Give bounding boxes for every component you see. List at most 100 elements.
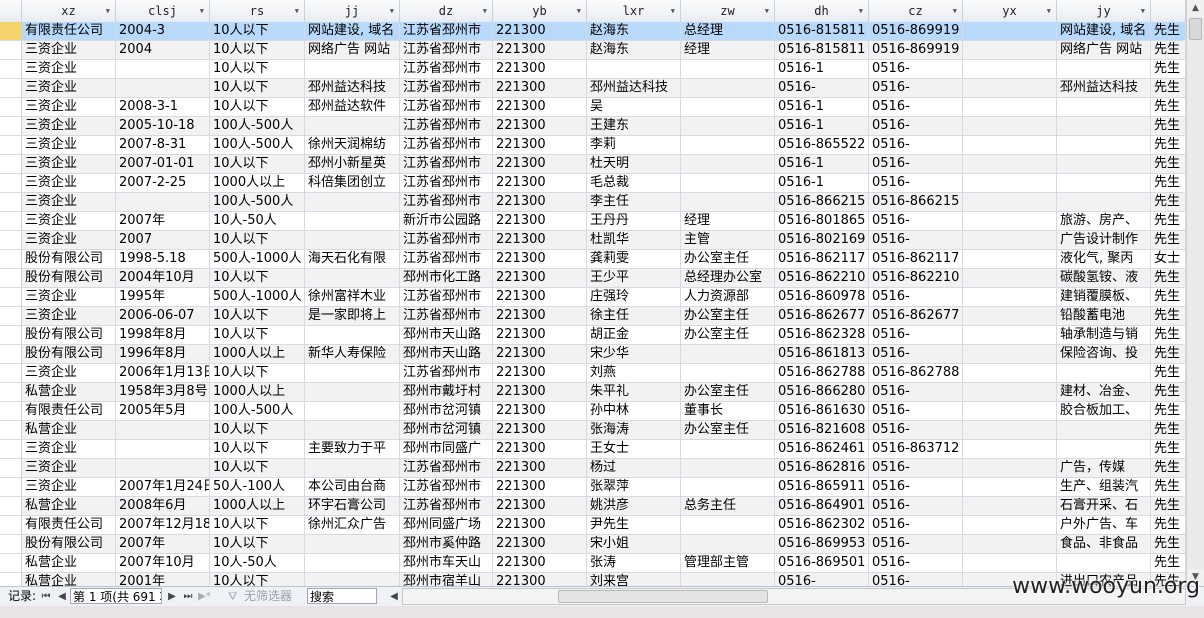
cell-gender[interactable]: 先生 [1151,421,1186,439]
cell-dz[interactable]: 江苏省邳州市 [400,174,493,192]
row-selector[interactable] [0,60,22,78]
table-row[interactable]: 股份有限公司 1998年8月 10人以下 邳州市天山路 221300 胡正金 办公室主任 05… [0,326,1186,345]
cell-yb[interactable]: 221300 [493,497,587,515]
cell-jy[interactable]: 户外广告、车 [1057,516,1151,534]
horizontal-scroll-thumb[interactable] [558,590,768,603]
cell-jj[interactable]: 环宇石膏公司 [305,497,400,515]
cell-clsj[interactable]: 1995年 [116,288,210,306]
column-header-zw[interactable]: zw ▼ [681,0,775,22]
cell-dh[interactable]: 0516-1 [775,60,869,78]
row-selector[interactable] [0,345,22,363]
cell-yb[interactable]: 221300 [493,250,587,268]
cell-yx[interactable] [963,193,1057,211]
cell-jj[interactable]: 网络广告 网站 [305,41,400,59]
cell-xz[interactable]: 有限责任公司 [22,22,116,40]
cell-lxr[interactable]: 王少平 [587,269,681,287]
cell-yx[interactable] [963,155,1057,173]
cell-jj[interactable] [305,383,400,401]
chevron-down-icon[interactable]: ▼ [483,0,487,22]
cell-zw[interactable]: 办公室主任 [681,307,775,325]
cell-lxr[interactable]: 王建东 [587,117,681,135]
chevron-down-icon[interactable]: ▼ [953,0,957,22]
cell-yb[interactable]: 221300 [493,41,587,59]
cell-dz[interactable]: 江苏省邳州市 [400,193,493,211]
column-header-jj[interactable]: jj ▼ [305,0,400,22]
cell-dh[interactable]: 0516-802169 [775,231,869,249]
cell-xz[interactable]: 三资企业 [22,478,116,496]
cell-clsj[interactable] [116,79,210,97]
cell-dz[interactable]: 邳州市戴圩村 [400,383,493,401]
cell-dz[interactable]: 江苏省邳州市 [400,307,493,325]
new-record-icon[interactable]: ▶* [198,587,211,606]
cell-jy[interactable]: 石膏开采、石 [1057,497,1151,515]
cell-dz[interactable]: 江苏省邳州市 [400,364,493,382]
cell-cz[interactable]: 0516- [869,383,963,401]
table-row[interactable]: 私营企业 1958年3月8号 1000人以上 邳州市戴圩村 221300 朱平礼 办公室主任… [0,383,1186,402]
cell-jj[interactable] [305,231,400,249]
row-selector[interactable] [0,383,22,401]
cell-lxr[interactable]: 徐主任 [587,307,681,325]
cell-clsj[interactable]: 1998-5.18 [116,250,210,268]
cell-jy[interactable]: 进出口农产品 [1057,573,1151,586]
cell-clsj[interactable]: 2007-01-01 [116,155,210,173]
column-header-xz[interactable]: xz ▼ [22,0,116,22]
cell-lxr[interactable] [587,60,681,78]
cell-dh[interactable]: 0516-861813 [775,345,869,363]
cell-dh[interactable]: 0516-869953 [775,535,869,553]
cell-zw[interactable]: 人力资源部 [681,288,775,306]
cell-xz[interactable]: 私营企业 [22,383,116,401]
cell-jj[interactable] [305,421,400,439]
table-row[interactable]: 私营企业 2007年10月 10人-50人 邳州市车天山 221300 张涛 管理部主管 05… [0,554,1186,573]
cell-jy[interactable] [1057,136,1151,154]
cell-dh[interactable]: 0516-815811 [775,22,869,40]
cell-jy[interactable]: 广告设计制作 [1057,231,1151,249]
column-header-clsj[interactable]: clsj ▼ [116,0,210,22]
cell-lxr[interactable]: 赵海东 [587,41,681,59]
cell-cz[interactable]: 0516-869919 [869,41,963,59]
cell-xz[interactable]: 私营企业 [22,573,116,586]
cell-yx[interactable] [963,421,1057,439]
cell-rs[interactable]: 1000人以上 [210,497,305,515]
cell-rs[interactable]: 10人以下 [210,79,305,97]
cell-xz[interactable]: 三资企业 [22,231,116,249]
cell-rs[interactable]: 500人-1000人 [210,288,305,306]
cell-cz[interactable]: 0516-866215 [869,193,963,211]
cell-clsj[interactable]: 2007年 [116,535,210,553]
cell-rs[interactable]: 500人-1000人 [210,250,305,268]
cell-xz[interactable]: 三资企业 [22,98,116,116]
cell-jj[interactable] [305,117,400,135]
cell-gender[interactable]: 先生 [1151,402,1186,420]
cell-cz[interactable]: 0516- [869,326,963,344]
row-selector[interactable] [0,573,22,586]
cell-yx[interactable] [963,250,1057,268]
cell-jy[interactable]: 建销覆膜板、 [1057,288,1151,306]
column-header-dh[interactable]: dh ▼ [775,0,869,22]
cell-clsj[interactable]: 2007年1月24日 [116,478,210,496]
cell-lxr[interactable]: 李莉 [587,136,681,154]
cell-dh[interactable]: 0516-1 [775,117,869,135]
column-header-gender[interactable] [1151,0,1186,22]
cell-dz[interactable]: 邳州市同盛广 [400,440,493,458]
cell-xz[interactable]: 三资企业 [22,117,116,135]
cell-jy[interactable] [1057,364,1151,382]
cell-gender[interactable]: 先生 [1151,60,1186,78]
cell-gender[interactable]: 先生 [1151,174,1186,192]
cell-xz[interactable]: 三资企业 [22,440,116,458]
cell-yx[interactable] [963,212,1057,230]
filter-icon[interactable]: ⛛ [228,587,237,606]
cell-dz[interactable]: 江苏省邳州市 [400,41,493,59]
cell-rs[interactable]: 1000人以上 [210,174,305,192]
cell-cz[interactable]: 0516- [869,459,963,477]
cell-rs[interactable]: 10人-50人 [210,554,305,572]
cell-gender[interactable]: 先生 [1151,98,1186,116]
cell-yb[interactable]: 221300 [493,174,587,192]
cell-gender[interactable]: 先生 [1151,497,1186,515]
cell-cz[interactable]: 0516- [869,79,963,97]
cell-jj[interactable] [305,459,400,477]
cell-clsj[interactable]: 2005年5月 [116,402,210,420]
cell-zw[interactable]: 总经理 [681,22,775,40]
cell-cz[interactable]: 0516- [869,174,963,192]
chevron-down-icon[interactable]: ▼ [106,0,110,22]
cell-yb[interactable]: 221300 [493,117,587,135]
cell-gender[interactable]: 先生 [1151,554,1186,572]
